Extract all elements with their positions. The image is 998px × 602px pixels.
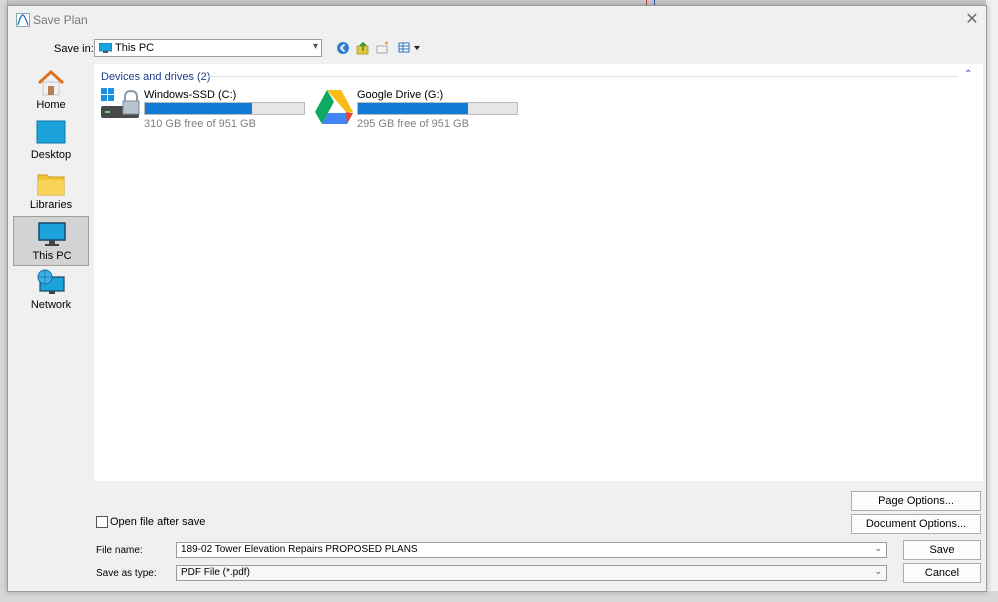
save-as-type-label: Save as type: — [96, 568, 157, 579]
page-options-button[interactable]: Page Options... — [851, 491, 981, 511]
place-home[interactable]: Home — [13, 66, 89, 116]
drive-item-g[interactable]: Google Drive (G:) 295 GB free of 951 GB — [314, 88, 524, 132]
new-folder-icon[interactable] — [376, 41, 390, 55]
chevron-down-icon: ▾ — [312, 41, 318, 52]
drive-usage-bar — [144, 102, 305, 115]
save-as-type-dropdown[interactable]: PDF File (*.pdf) ⌄ — [176, 565, 887, 581]
windows-drive-icon — [101, 88, 140, 118]
place-label: Libraries — [29, 199, 73, 211]
cancel-button[interactable]: Cancel — [903, 563, 981, 583]
save-plan-dialog: Save Plan ✕ Save in: This PC ▾ Home Desk… — [7, 5, 987, 592]
place-label: Desktop — [30, 149, 72, 161]
save-button[interactable]: Save — [903, 540, 981, 560]
place-libraries[interactable]: Libraries — [13, 166, 89, 216]
place-this-pc[interactable]: This PC — [13, 216, 89, 266]
chevron-down-icon: ⌄ — [874, 566, 882, 576]
drive-usage-bar — [357, 102, 518, 115]
drive-name: Windows-SSD (C:) — [144, 89, 237, 101]
document-options-button[interactable]: Document Options... — [851, 514, 981, 534]
place-label: Network — [30, 299, 72, 311]
close-button[interactable]: ✕ — [960, 8, 984, 32]
network-icon — [37, 269, 65, 294]
collapse-icon[interactable]: ⌃ — [964, 69, 976, 80]
places-bar: Home Desktop Libraries This PC Network — [13, 64, 89, 484]
drive-free-space: 295 GB free of 951 GB — [357, 118, 469, 130]
drive-name: Google Drive (G:) — [357, 89, 444, 101]
place-label: This PC — [32, 250, 72, 262]
place-label: Home — [36, 99, 66, 111]
chevron-down-icon: ⌄ — [874, 543, 882, 553]
desktop-icon — [36, 120, 66, 144]
google-drive-icon — [315, 90, 353, 124]
save-in-value: This PC — [115, 42, 155, 54]
group-divider — [206, 76, 958, 77]
drive-usage-fill — [145, 103, 253, 114]
libraries-icon — [37, 174, 65, 196]
title-bar: Save Plan ✕ — [8, 6, 986, 34]
this-pc-icon — [38, 222, 66, 246]
place-desktop[interactable]: Desktop — [13, 116, 89, 166]
drive-item-c[interactable]: Windows-SSD (C:) 310 GB free of 951 GB — [101, 88, 311, 132]
drive-free-space: 310 GB free of 951 GB — [144, 118, 256, 130]
app-icon — [16, 13, 30, 27]
background-app-bottom — [0, 591, 998, 602]
file-name-value: 189-02 Tower Elevation Repairs PROPOSED … — [181, 544, 418, 555]
this-pc-icon — [99, 43, 112, 53]
group-header[interactable]: Devices and drives (2) — [101, 71, 210, 83]
view-menu-icon[interactable] — [398, 41, 424, 55]
open-after-save-label[interactable]: Open file after save — [110, 516, 205, 528]
place-network[interactable]: Network — [13, 266, 89, 316]
open-after-save-checkbox[interactable] — [96, 516, 108, 528]
dialog-title: Save Plan — [33, 13, 88, 27]
file-name-label: File name: — [96, 545, 143, 556]
file-list-view[interactable]: Devices and drives (2) ⌃ Windows-SSD (C:… — [94, 64, 983, 481]
save-in-label: Save in: — [54, 43, 94, 55]
file-name-field[interactable]: 189-02 Tower Elevation Repairs PROPOSED … — [176, 542, 887, 558]
drive-usage-fill — [358, 103, 468, 114]
background-app-right — [986, 0, 998, 602]
save-as-type-value: PDF File (*.pdf) — [181, 567, 250, 578]
home-icon — [37, 69, 65, 96]
back-icon[interactable] — [336, 41, 350, 55]
save-in-dropdown[interactable]: This PC ▾ — [94, 39, 322, 57]
up-folder-icon[interactable] — [356, 41, 370, 55]
